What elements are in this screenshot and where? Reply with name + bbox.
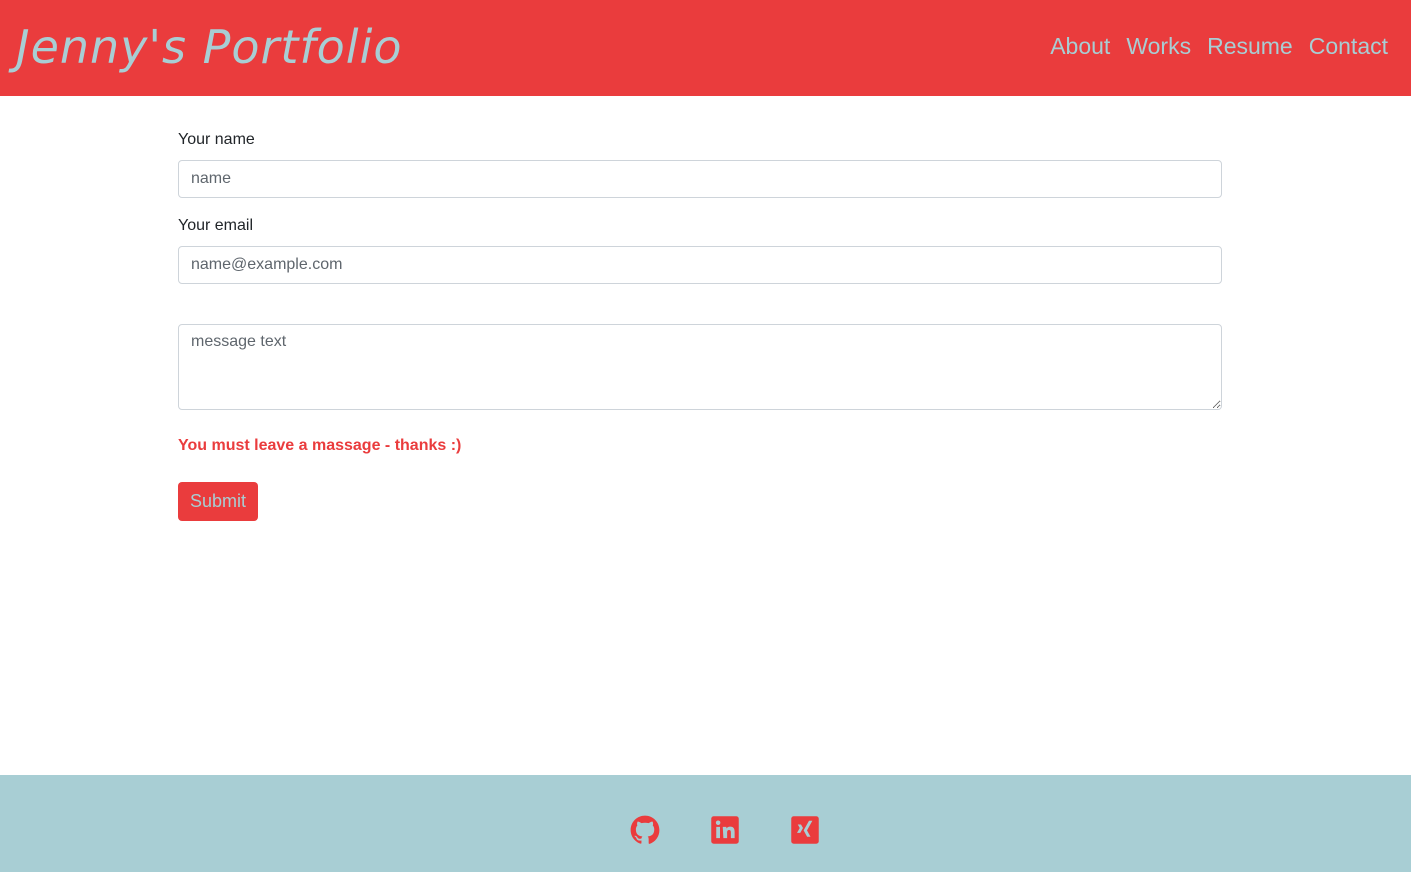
message-textarea[interactable] — [178, 324, 1222, 410]
nav-link-contact[interactable]: Contact — [1309, 28, 1388, 64]
site-footer — [0, 775, 1411, 872]
message-error-text: You must leave a massage - thanks :) — [178, 437, 462, 454]
site-header: Jenny's Portfolio About Works Resume Con… — [0, 0, 1411, 96]
email-label: Your email — [178, 217, 254, 234]
brand-logo-link[interactable]: Jenny's Portfolio — [16, 14, 403, 80]
social-links — [0, 815, 1411, 845]
name-label: Your name — [178, 131, 255, 148]
nav-link-resume[interactable]: Resume — [1207, 28, 1293, 64]
xing-icon[interactable] — [790, 815, 820, 845]
linkedin-icon[interactable] — [710, 815, 740, 845]
email-input[interactable] — [178, 246, 1222, 284]
nav-link-about[interactable]: About — [1050, 28, 1110, 64]
main-nav: About Works Resume Contact — [1050, 28, 1388, 64]
submit-button[interactable]: Submit — [178, 482, 258, 521]
github-icon[interactable] — [630, 815, 660, 845]
nav-link-works[interactable]: Works — [1126, 28, 1191, 64]
page: Jenny's Portfolio About Works Resume Con… — [0, 0, 1411, 872]
name-input[interactable] — [178, 160, 1222, 198]
